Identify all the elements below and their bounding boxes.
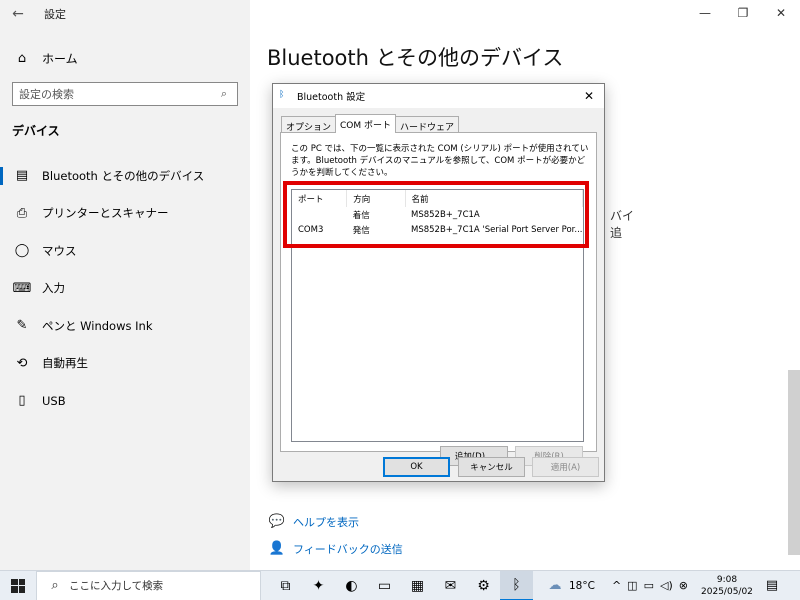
tab-options[interactable]: オプション: [281, 116, 337, 133]
section-title: デバイス: [12, 124, 60, 138]
search-placeholder: 設定の検索: [19, 88, 74, 101]
system-tray: ^ ◫ ▭ ◁) ⊗: [609, 579, 691, 592]
help-link[interactable]: 💬 ヘルプを表示: [267, 508, 403, 535]
sidebar-item-bluetooth[interactable]: ▤ Bluetooth とその他のデバイス: [0, 157, 250, 195]
sidebar-item-label: 自動再生: [42, 356, 88, 371]
home-label: ホーム: [42, 51, 78, 66]
notification-icon[interactable]: ▤: [759, 578, 785, 593]
clock-time: 9:08: [716, 574, 738, 585]
bg-text-fragment: バイ: [610, 209, 635, 223]
bluetooth-icon[interactable]: ᛒ: [500, 570, 533, 600]
sidebar-item-label: Bluetooth とその他のデバイス: [42, 168, 205, 183]
search-icon: ⌕: [51, 578, 59, 593]
keyboard-icon: ⌨: [12, 280, 32, 296]
home-nav-item[interactable]: ⌂ ホーム: [0, 44, 250, 72]
task-view-icon[interactable]: ⧉: [269, 571, 302, 600]
device-nav-list: ▤ Bluetooth とその他のデバイス ⎙ プリンターとスキャナー ◯ マウ…: [0, 157, 250, 420]
sidebar-item-label: USB: [42, 393, 66, 408]
mail-icon[interactable]: ✉: [434, 571, 467, 600]
dialog-titlebar: ᛒ Bluetooth 設定 ✕: [273, 84, 604, 108]
dialog-tabs: オプション COM ポート ハードウェア: [281, 114, 460, 133]
sidebar-item-label: プリンターとスキャナー: [42, 206, 169, 221]
sidebar-item-pen[interactable]: ✎ ペンと Windows Ink: [0, 307, 250, 345]
clock[interactable]: 9:08 2025/05/02: [699, 574, 755, 598]
clock-date: 2025/05/02: [701, 586, 753, 597]
sidebar-item-autoplay[interactable]: ⟲ 自動再生: [0, 345, 250, 383]
help-links: 💬 ヘルプを表示 👤 フィードバックの送信: [267, 508, 403, 562]
apply-button[interactable]: 適用(A): [532, 457, 599, 477]
bluetooth-devices-icon: ▤: [15, 168, 29, 184]
feedback-icon: 👤: [268, 541, 286, 556]
highlight-box: [283, 181, 589, 248]
network-icon[interactable]: ▭: [644, 579, 654, 592]
arrow-left-icon[interactable]: ←: [0, 6, 36, 22]
edge-icon[interactable]: ◐: [335, 571, 368, 600]
ok-button[interactable]: OK: [383, 457, 450, 477]
file-explorer-icon[interactable]: ▭: [368, 571, 401, 600]
settings-sidebar: ← 設定 ⌂ ホーム 設定の検索 ⌕ デバイス ▤ Bluetooth とその他…: [0, 0, 250, 570]
feedback-link-label: フィードバックの送信: [293, 542, 403, 556]
feedback-link[interactable]: 👤 フィードバックの送信: [267, 535, 403, 562]
sidebar-item-input[interactable]: ⌨ 入力: [0, 270, 250, 308]
taskbar-search-placeholder: ここに入力して検索: [69, 580, 164, 592]
scrollbar[interactable]: [788, 370, 800, 555]
printer-icon: ⎙: [16, 205, 28, 221]
copilot-icon[interactable]: ✦: [302, 571, 335, 600]
tab-com-ports[interactable]: COM ポート: [335, 114, 397, 133]
windows-logo-icon: [11, 578, 25, 593]
taskbar-search-input[interactable]: ⌕ ここに入力して検索: [36, 570, 261, 600]
weather-widget[interactable]: ☁ 18°C: [545, 576, 595, 596]
dialog-title: Bluetooth 設定: [297, 92, 366, 103]
sidebar-item-label: 入力: [42, 281, 65, 296]
store-icon[interactable]: ▦: [401, 571, 434, 600]
help-link-label: ヘルプを表示: [293, 515, 359, 529]
volume-icon[interactable]: ◁): [660, 579, 673, 592]
pen-icon: ✎: [16, 318, 28, 334]
chevron-up-icon[interactable]: ^: [612, 579, 621, 592]
com-ports-panel: この PC では、下の一覧に表示された COM (シリアル) ポートが使用されて…: [280, 132, 597, 466]
home-icon: ⌂: [17, 50, 27, 66]
cancel-button[interactable]: キャンセル: [458, 457, 525, 477]
mouse-icon: ◯: [14, 243, 30, 259]
search-icon: ⌕: [220, 87, 228, 100]
help-chat-icon: 💬: [268, 514, 286, 529]
sidebar-item-printers[interactable]: ⎙ プリンターとスキャナー: [0, 195, 250, 233]
com-ports-description: この PC では、下の一覧に表示された COM (シリアル) ポートが使用されて…: [291, 144, 589, 178]
settings-gear-icon[interactable]: ⚙: [467, 571, 500, 600]
bluetooth-icon: ᛒ: [279, 90, 285, 100]
camera-icon[interactable]: ◫: [627, 579, 637, 592]
sidebar-item-usb[interactable]: ▯ USB: [0, 382, 250, 420]
start-button[interactable]: [0, 571, 36, 600]
battery-status-icon[interactable]: ⊗: [679, 579, 688, 592]
bluetooth-settings-dialog: ᛒ Bluetooth 設定 ✕ オプション COM ポート ハードウェア この…: [272, 83, 605, 482]
settings-titlebar: ← 設定: [0, 0, 250, 28]
bg-text-fragment: 追: [610, 226, 623, 240]
taskbar: ⌕ ここに入力して検索 ⧉ ✦ ◐ ▭ ▦ ✉ ⚙ ᛒ ☁ 18°C ^ ◫ ▭…: [0, 570, 800, 600]
sidebar-item-mouse[interactable]: ◯ マウス: [0, 232, 250, 270]
usb-icon: ▯: [18, 393, 26, 409]
sidebar-item-label: マウス: [42, 243, 77, 258]
dialog-close-icon[interactable]: ✕: [574, 84, 604, 108]
settings-search-input[interactable]: 設定の検索 ⌕: [12, 82, 238, 106]
autoplay-icon: ⟲: [16, 355, 28, 371]
weather-temp: 18°C: [569, 579, 595, 592]
cloud-icon: ☁: [548, 578, 562, 593]
taskbar-apps: ⧉ ✦ ◐ ▭ ▦ ✉ ⚙ ᛒ: [269, 570, 533, 600]
tab-hardware[interactable]: ハードウェア: [395, 116, 460, 133]
sidebar-item-label: ペンと Windows Ink: [42, 318, 153, 333]
app-title: 設定: [44, 8, 66, 21]
